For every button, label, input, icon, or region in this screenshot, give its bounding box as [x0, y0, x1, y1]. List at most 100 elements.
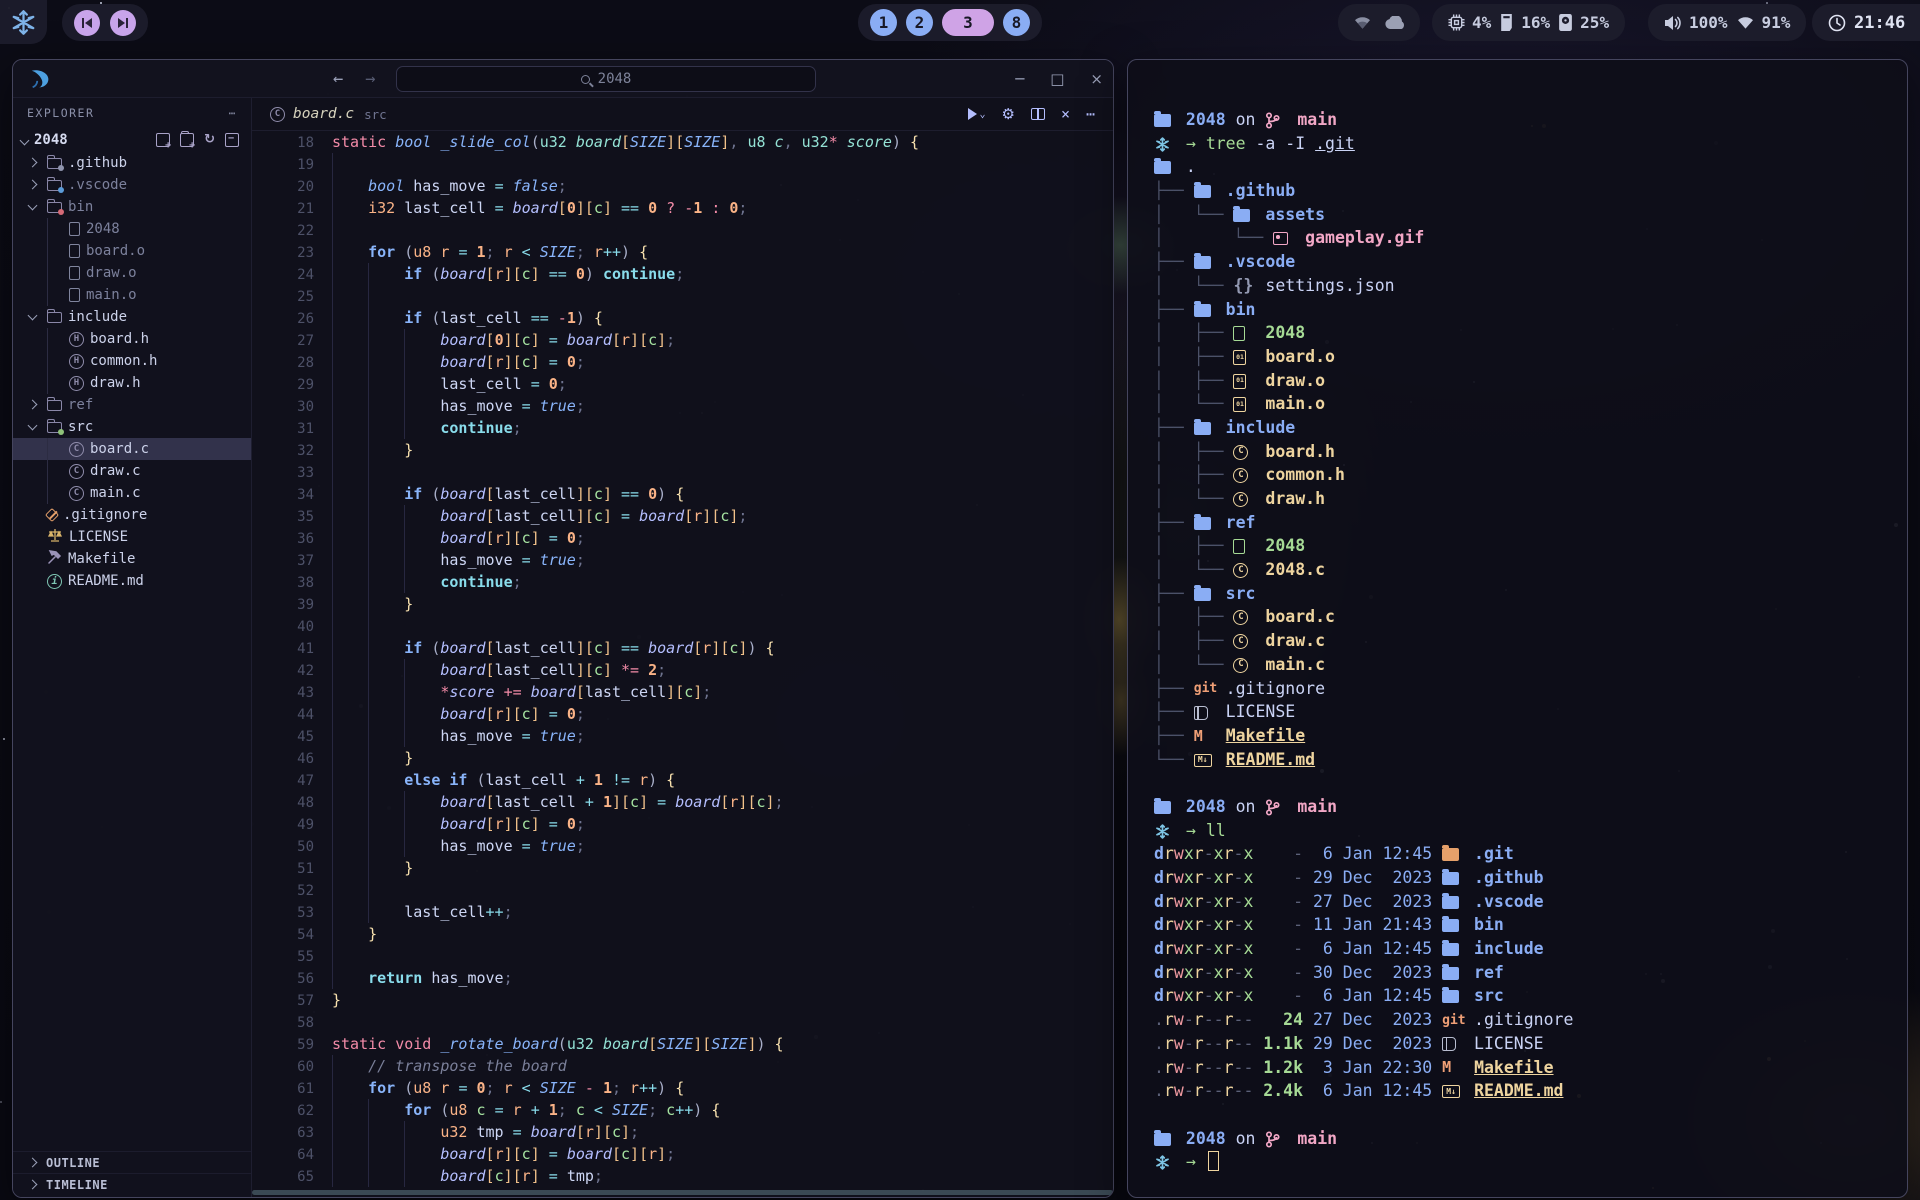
code-line-44[interactable]: 44 board[r][c] = 0; — [252, 703, 1113, 725]
explorer-item-include[interactable]: include — [13, 306, 251, 328]
explorer-item-common.h[interactable]: Hcommon.h — [13, 350, 251, 372]
explorer-item-bin[interactable]: bin — [13, 196, 251, 218]
nav-forward-button[interactable]: → — [365, 69, 375, 89]
code-line-42[interactable]: 42 board[last_cell][c] *= 2; — [252, 659, 1113, 681]
code-line-61[interactable]: 61 for (u8 r = 0; r < SIZE - 1; r++) { — [252, 1077, 1113, 1099]
explorer-item-LICENSE[interactable]: LICENSE — [13, 526, 251, 548]
code-line-46[interactable]: 46 } — [252, 747, 1113, 769]
code-line-28[interactable]: 28 board[r][c] = 0; — [252, 351, 1113, 373]
code-line-34[interactable]: 34 if (board[last_cell][c] == 0) { — [252, 483, 1113, 505]
explorer-item-src[interactable]: src — [13, 416, 251, 438]
code-line-29[interactable]: 29 last_cell = 0; — [252, 373, 1113, 395]
maximize-button[interactable]: □ — [1050, 70, 1064, 88]
code-line-56[interactable]: 56 return has_move; — [252, 967, 1113, 989]
code-line-62[interactable]: 62 for (u8 c = r + 1; c < SIZE; c++) { — [252, 1099, 1113, 1121]
terminal-window[interactable]: 2048 on main → tree -a -I .git .├── .git… — [1127, 59, 1908, 1198]
collapse-all-icon[interactable] — [225, 133, 239, 147]
code-line-51[interactable]: 51 } — [252, 857, 1113, 879]
timeline-section[interactable]: TIMELINE — [13, 1173, 251, 1195]
code-line-31[interactable]: 31 continue; — [252, 417, 1113, 439]
tab-board-c[interactable]: board.c — [293, 106, 354, 122]
code-line-22[interactable]: 22 — [252, 219, 1113, 241]
code-line-48[interactable]: 48 board[last_cell + 1][c] = board[r][c]… — [252, 791, 1113, 813]
gear-icon[interactable]: ⚙ — [1001, 105, 1014, 123]
code-line-53[interactable]: 53 last_cell++; — [252, 901, 1113, 923]
explorer-item-main.c[interactable]: Cmain.c — [13, 482, 251, 504]
skip-back-button[interactable] — [74, 10, 100, 36]
code-line-18[interactable]: 18static bool _slide_col(u32 board[SIZE]… — [252, 131, 1113, 153]
code-line-65[interactable]: 65 board[c][r] = tmp; — [252, 1165, 1113, 1187]
code-line-54[interactable]: 54 } — [252, 923, 1113, 945]
nav-back-button[interactable]: ← — [333, 69, 343, 89]
code-line-25[interactable]: 25 — [252, 285, 1113, 307]
explorer-item-board.h[interactable]: Hboard.h — [13, 328, 251, 350]
audio-network-tray[interactable]: 100% 91% — [1648, 4, 1806, 41]
code-line-36[interactable]: 36 board[r][c] = 0; — [252, 527, 1113, 549]
clock-widget[interactable]: 21:46 — [1812, 4, 1920, 41]
code-line-40[interactable]: 40 — [252, 615, 1113, 637]
workspace-3-active[interactable]: 3 — [942, 9, 994, 36]
code-line-20[interactable]: 20 bool has_move = false; — [252, 175, 1113, 197]
workspace-2[interactable]: 2 — [906, 9, 933, 36]
code-line-43[interactable]: 43 *score += board[last_cell][c]; — [252, 681, 1113, 703]
code-line-30[interactable]: 30 has_move = true; — [252, 395, 1113, 417]
more-actions-icon[interactable]: ⋯ — [1086, 105, 1095, 123]
code-line-49[interactable]: 49 board[r][c] = 0; — [252, 813, 1113, 835]
code-line-19[interactable]: 19 — [252, 153, 1113, 175]
code-line-39[interactable]: 39 } — [252, 593, 1113, 615]
skip-forward-button[interactable] — [110, 10, 136, 36]
code-line-38[interactable]: 38 continue; — [252, 571, 1113, 593]
explorer-item-draw.h[interactable]: Hdraw.h — [13, 372, 251, 394]
code-line-23[interactable]: 23 for (u8 r = 1; r < SIZE; r++) { — [252, 241, 1113, 263]
code-line-33[interactable]: 33 — [252, 461, 1113, 483]
code-line-24[interactable]: 24 if (board[r][c] == 0) continue; — [252, 263, 1113, 285]
split-editor-icon[interactable] — [1031, 108, 1045, 120]
code-line-58[interactable]: 58 — [252, 1011, 1113, 1033]
code-line-59[interactable]: 59static void _rotate_board(u32 board[SI… — [252, 1033, 1113, 1055]
explorer-item-Makefile[interactable]: Makefile — [13, 548, 251, 570]
code-line-41[interactable]: 41 if (board[last_cell][c] == board[r][c… — [252, 637, 1113, 659]
explorer-item-board.o[interactable]: board.o — [13, 240, 251, 262]
code-line-52[interactable]: 52 — [252, 879, 1113, 901]
code-line-21[interactable]: 21 i32 last_cell = board[0][c] == 0 ? -1… — [252, 197, 1113, 219]
code-line-55[interactable]: 55 — [252, 945, 1113, 967]
code-line-26[interactable]: 26 if (last_cell == -1) { — [252, 307, 1113, 329]
code-line-27[interactable]: 27 board[0][c] = board[r][c]; — [252, 329, 1113, 351]
close-editor-icon[interactable]: × — [1061, 105, 1070, 123]
launcher-button[interactable] — [0, 0, 47, 44]
editor-pane[interactable]: C board.c src ⌄ ⚙ × ⋯ 18static bool _sli… — [252, 98, 1113, 1197]
code-line-63[interactable]: 63 u32 tmp = board[r][c]; — [252, 1121, 1113, 1143]
code-line-57[interactable]: 57} — [252, 989, 1113, 1011]
explorer-item-draw.c[interactable]: Cdraw.c — [13, 460, 251, 482]
code-line-35[interactable]: 35 board[last_cell][c] = board[r][c]; — [252, 505, 1113, 527]
system-stats[interactable]: 4% 16% 25% — [1432, 4, 1625, 41]
editor-titlebar[interactable]: ← → 2048 ─ □ × — [13, 60, 1113, 98]
code-line-64[interactable]: 64 board[r][c] = board[c][r]; — [252, 1143, 1113, 1165]
explorer-item-2048[interactable]: 2048 — [13, 218, 251, 240]
explorer-item-ref[interactable]: ref — [13, 394, 251, 416]
explorer-item-main.o[interactable]: main.o — [13, 284, 251, 306]
explorer-item-draw.o[interactable]: draw.o — [13, 262, 251, 284]
outline-section[interactable]: OUTLINE — [13, 1151, 251, 1173]
code-line-45[interactable]: 45 has_move = true; — [252, 725, 1113, 747]
explorer-item-.gitignore[interactable]: .gitignore — [13, 504, 251, 526]
new-file-icon[interactable] — [156, 133, 170, 147]
explorer-item-.vscode[interactable]: .vscode — [13, 174, 251, 196]
code-line-60[interactable]: 60 // transpose the board — [252, 1055, 1113, 1077]
minimize-button[interactable]: ─ — [1015, 70, 1024, 88]
code-line-47[interactable]: 47 else if (last_cell + 1 != r) { — [252, 769, 1113, 791]
code-area[interactable]: 18static bool _slide_col(u32 board[SIZE]… — [252, 131, 1113, 1197]
command-center-search[interactable]: 2048 — [396, 66, 816, 92]
explorer-more-button[interactable]: ⋯ — [229, 106, 237, 120]
refresh-icon[interactable]: ↻ — [204, 133, 215, 147]
code-line-37[interactable]: 37 has_move = true; — [252, 549, 1113, 571]
horizontal-scrollbar[interactable] — [252, 1190, 1113, 1195]
close-button[interactable]: × — [1090, 70, 1103, 88]
explorer-item-README.md[interactable]: iREADME.md — [13, 570, 251, 592]
run-debug-button[interactable]: ⌄ — [968, 108, 985, 120]
new-folder-icon[interactable] — [180, 133, 194, 147]
code-line-50[interactable]: 50 has_move = true; — [252, 835, 1113, 857]
explorer-item-board.c[interactable]: Cboard.c — [13, 438, 251, 460]
network-tray[interactable] — [1338, 4, 1420, 41]
workspace-8[interactable]: 8 — [1003, 9, 1030, 36]
